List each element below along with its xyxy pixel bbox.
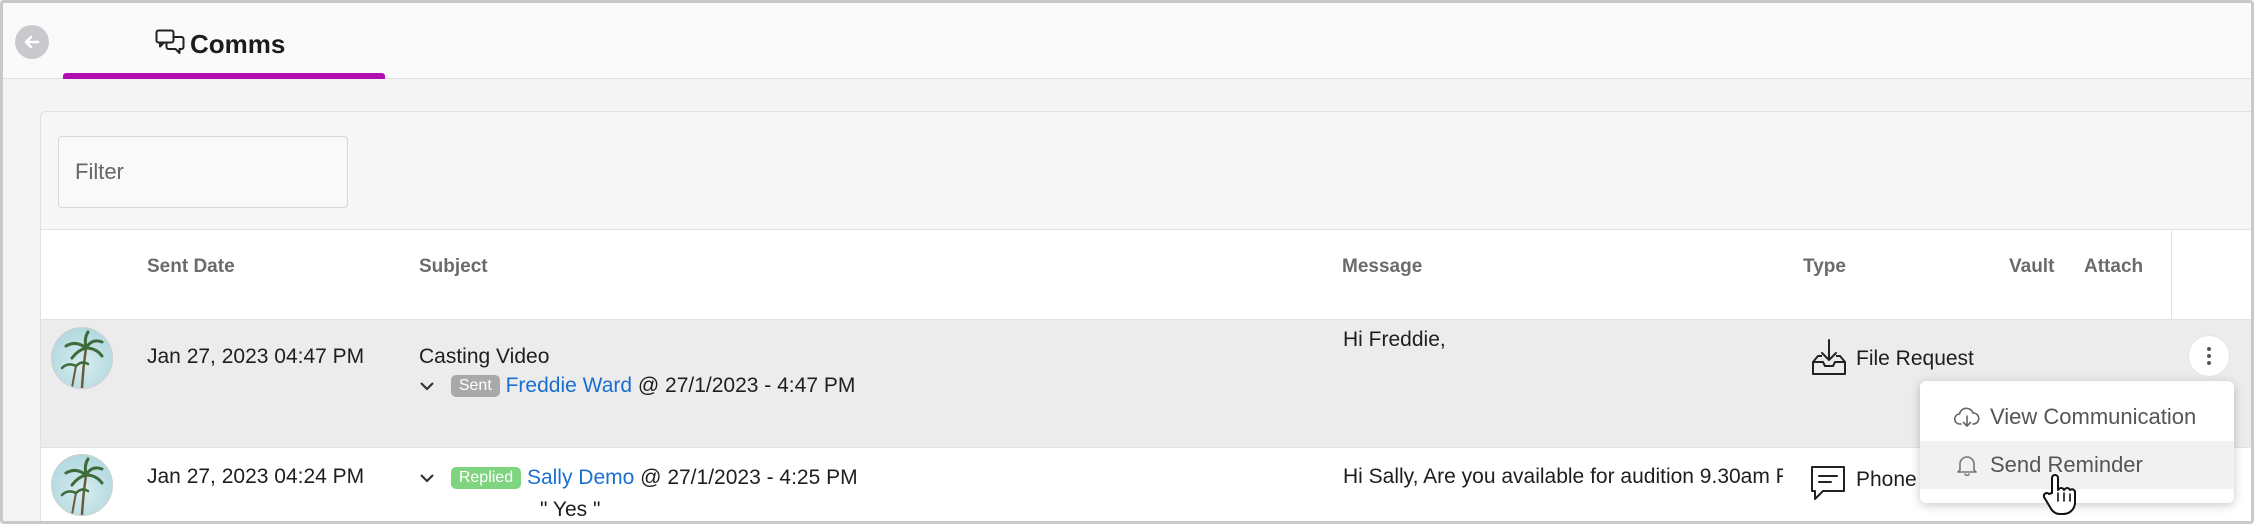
filter-bar — [41, 112, 2251, 230]
chat-bubbles-icon — [155, 29, 185, 54]
subject: Casting Video — [419, 345, 550, 368]
contact-link[interactable]: Freddie Ward — [506, 374, 632, 397]
menu-item-view-communication[interactable]: View Communication — [1920, 393, 2234, 441]
table-header — [41, 230, 2251, 320]
palm-tree-icon — [60, 457, 104, 515]
recipient-line: Sent Freddie Ward @ 27/1/2023 - 4:47 PM — [419, 374, 855, 398]
type-label: Phone — [1856, 468, 1917, 491]
column-message[interactable]: Message — [1342, 256, 1422, 278]
status-badge: Replied — [450, 467, 522, 490]
more-vertical-icon — [2207, 347, 2211, 365]
active-tab-indicator — [63, 73, 385, 79]
avatar — [51, 454, 113, 516]
cloud-download-icon — [1954, 407, 1980, 427]
header-divider — [2171, 230, 2172, 320]
reply-text: " Yes " — [540, 498, 601, 521]
sent-date: Jan 27, 2023 04:47 PM — [147, 345, 365, 368]
chevron-down-icon[interactable] — [419, 380, 435, 392]
contact-time: @ 27/1/2023 - 4:25 PM — [640, 466, 858, 489]
status-badge: Sent — [450, 375, 500, 398]
contact-link[interactable]: Sally Demo — [527, 466, 634, 489]
column-vault[interactable]: Vault — [2009, 256, 2054, 278]
menu-item-label: View Communication — [1990, 404, 2197, 429]
message-preview: Hi Sally, Are you available for audition… — [1343, 465, 1783, 488]
tab-label: Comms — [190, 29, 286, 59]
palm-tree-icon — [60, 330, 104, 388]
avatar — [51, 327, 113, 389]
tab-comms[interactable]: Comms — [63, 3, 385, 79]
hand-cursor-icon — [2042, 474, 2076, 515]
filter-input[interactable] — [58, 136, 348, 208]
chevron-down-icon[interactable] — [419, 472, 435, 484]
row-actions-button[interactable] — [2188, 335, 2230, 377]
download-tray-icon — [1812, 339, 1846, 375]
sent-date: Jan 27, 2023 04:24 PM — [147, 465, 365, 488]
arrow-left-icon — [24, 35, 40, 49]
contact-time: @ 27/1/2023 - 4:47 PM — [637, 374, 856, 397]
back-button[interactable] — [15, 25, 49, 59]
column-attach[interactable]: Attach — [2084, 256, 2143, 278]
app-window: Comms Sent Date Subject Message Type Vau… — [0, 0, 2254, 524]
message-preview: Hi Freddie, — [1343, 328, 1446, 351]
column-sent-date[interactable]: Sent Date — [147, 256, 235, 278]
recipient-line: Replied Sally Demo @ 27/1/2023 - 4:25 PM — [419, 466, 858, 490]
type-label: File Request — [1856, 347, 1974, 370]
chat-message-icon — [1811, 466, 1845, 500]
top-bar: Comms — [3, 3, 2251, 79]
column-type[interactable]: Type — [1803, 256, 1846, 278]
bell-icon — [1957, 456, 1977, 476]
column-subject[interactable]: Subject — [419, 256, 488, 278]
